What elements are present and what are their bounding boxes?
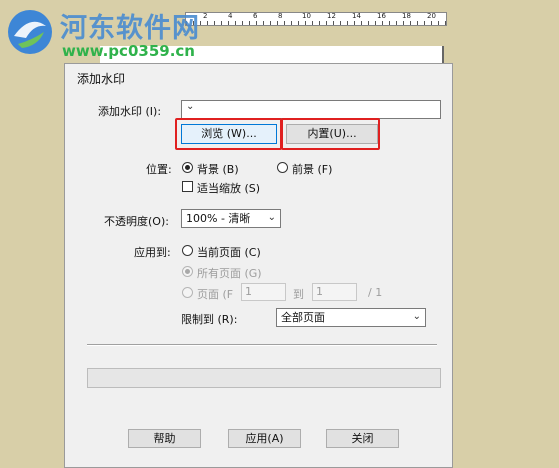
ruler-tick-label: 20 [427,12,436,20]
position-label: 位置: [146,163,172,176]
opacity-select[interactable]: 100% - 清晰 ⌄ [181,209,281,228]
watermark-file-input[interactable]: ⌄ [181,100,441,119]
background-radio[interactable] [182,162,193,173]
to-label: 到 [293,288,304,301]
current-page-option-label: 当前页面 (C) [197,246,261,259]
page-to-input[interactable]: 1 [312,283,357,301]
foreground-option-label: 前景 (F) [292,163,333,176]
chevron-down-icon: ⌄ [186,101,195,112]
apply-to-label: 应用到: [134,246,171,259]
ruler-numbers: 2 4 6 8 10 12 14 16 18 20 [186,12,446,22]
current-page-radio[interactable] [182,245,193,256]
help-button[interactable]: 帮助 [128,429,201,448]
ruler-tick-label: 18 [402,12,411,20]
page-from-input[interactable]: 1 [241,283,286,301]
background-option-label: 背景 (B) [197,163,239,176]
scale-checkbox-label: 适当缩放 (S) [197,182,261,195]
foreground-radio[interactable] [277,162,288,173]
divider [87,344,437,346]
add-watermark-label: 添加水印 (I): [98,105,162,118]
ruler-tick-label: 6 [253,12,258,20]
ruler-tick-label: 16 [377,12,386,20]
ruler-tick-label: 10 [302,12,311,20]
ruler-tick-label: 14 [352,12,361,20]
chevron-down-icon: ⌄ [267,212,276,223]
site-watermark: 河东软件网 www.pc0359.cn [0,0,200,70]
watermark-title: 河东软件网 [60,13,200,44]
site-logo-icon [8,10,52,54]
ruler-tick-label: 2 [203,12,208,20]
apply-button[interactable]: 应用(A) [228,429,301,448]
pages-range-option-label: 页面 (F [197,288,234,301]
close-button[interactable]: 关闭 [326,429,399,448]
chevron-down-icon: ⌄ [412,311,421,322]
add-watermark-dialog: 添加水印 添加水印 (I): ⌄ 浏览 (W)... 内置(U)... 位置: … [64,63,453,468]
browse-button[interactable]: 浏览 (W)... [181,124,277,144]
ruler: 2 4 6 8 10 12 14 16 18 20 [185,12,447,26]
dialog-title: 添加水印 [77,72,126,86]
limit-to-value: 全部页面 [281,311,325,324]
ruler-tick-label: 12 [327,12,336,20]
builtin-button[interactable]: 内置(U)... [286,124,378,144]
watermark-url: www.pc0359.cn [62,42,195,60]
limit-to-label: 限制到 (R): [181,313,238,326]
opacity-value: 100% - 清晰 [186,212,251,225]
all-pages-option-label: 所有页面 (G) [197,267,262,280]
pages-range-radio[interactable] [182,287,193,298]
ruler-tick-label: 8 [278,12,283,20]
limit-to-select[interactable]: 全部页面 ⌄ [276,308,426,327]
all-pages-radio[interactable] [182,266,193,277]
scale-checkbox[interactable] [182,181,193,192]
progress-bar [87,368,441,388]
page-total-label: / 1 [368,286,383,299]
ruler-tick-label: 4 [228,12,233,20]
opacity-label: 不透明度(O): [104,215,169,228]
